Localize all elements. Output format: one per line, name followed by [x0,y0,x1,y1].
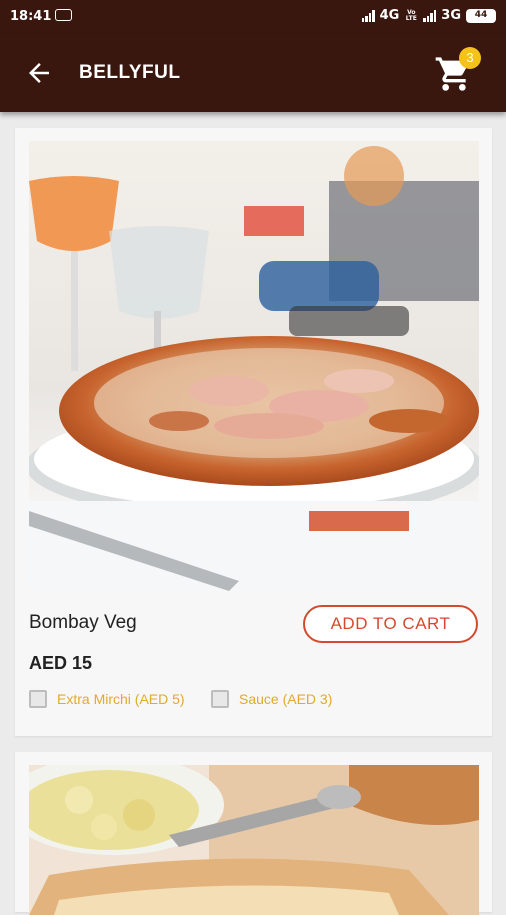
pizza-image [29,141,479,591]
volte-icon: Vo LTE [405,8,417,22]
battery-icon: 44 [466,8,496,23]
product-price: AED 15 [29,653,93,673]
addon-extra-mirchi[interactable]: Extra Mirchi (AED 5) [29,690,185,708]
network-type-2: 3G [441,8,461,23]
signal-icon-2 [423,9,437,22]
product-photo [29,141,479,591]
product-card [15,752,492,915]
product-photo [29,765,479,915]
app-bar: BELLYFUL 3 [0,34,506,112]
status-indicators: 4G Vo LTE 3G 44 [361,8,496,23]
network-type-1: 4G [379,8,400,23]
vpn-icon [55,9,72,21]
addon-label: Sauce (AED 3) [239,691,333,707]
product-name: Bombay Veg [29,612,137,633]
status-time: 18:41 [10,9,52,24]
arrow-back-icon[interactable] [24,58,54,88]
app-title: BELLYFUL [79,62,181,83]
checkbox[interactable] [211,690,229,708]
product-card: Bombay Veg ADD TO CART AED 15 Extra Mirc… [15,128,492,736]
addon-sauce[interactable]: Sauce (AED 3) [211,690,332,708]
addon-label: Extra Mirchi (AED 5) [57,691,185,707]
signal-icon [361,9,375,22]
toast-image [29,765,479,915]
checkbox[interactable] [29,690,47,708]
add-to-cart-button[interactable]: ADD TO CART [303,605,478,643]
cart-count-badge: 3 [459,47,481,69]
status-bar: 18:41 4G Vo LTE 3G 44 [0,0,506,34]
